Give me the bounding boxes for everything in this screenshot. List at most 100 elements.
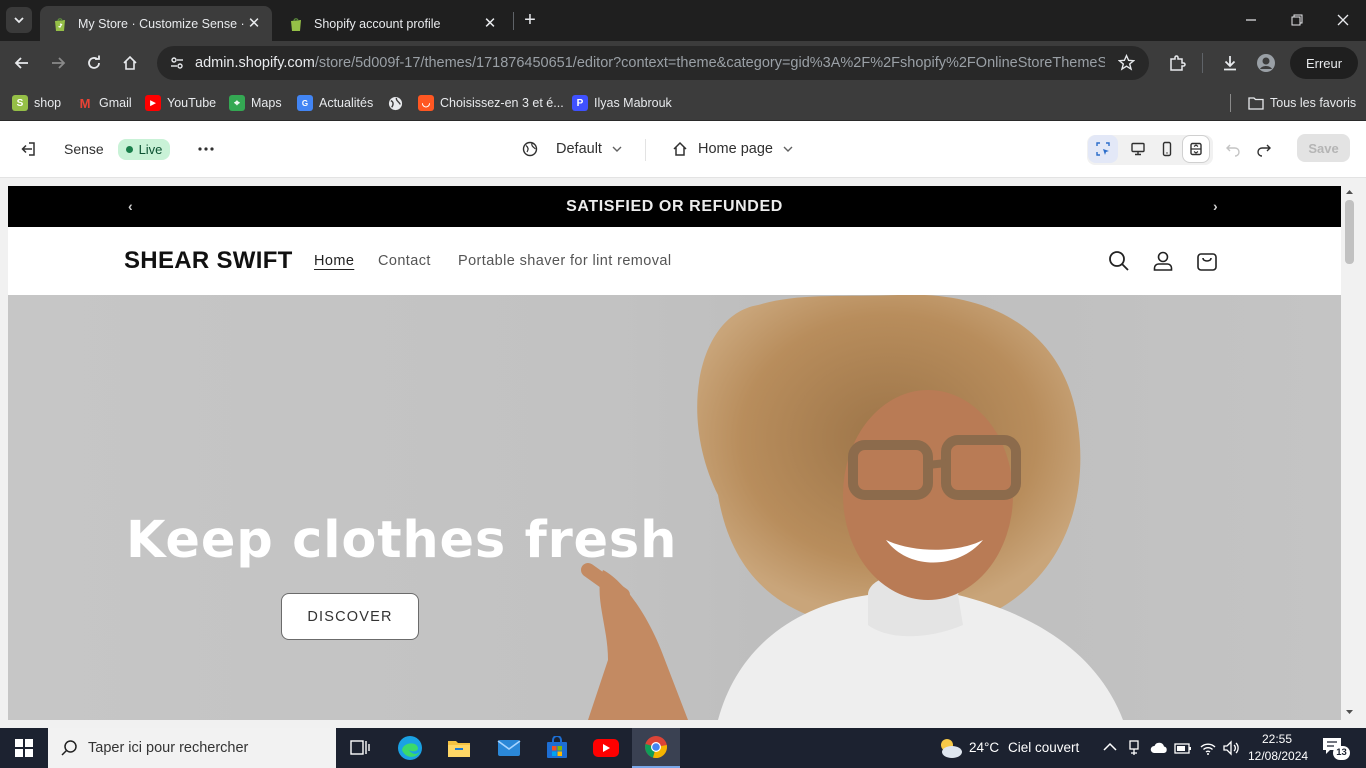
page-select-label: Home page bbox=[698, 141, 773, 157]
bookmark-globe[interactable] bbox=[387, 92, 409, 114]
taskbar-edge[interactable] bbox=[386, 728, 434, 768]
bookmark-maps[interactable]: ⌖ Maps bbox=[229, 92, 282, 114]
gmail-icon: M bbox=[79, 95, 91, 111]
theme-style-select[interactable]: Default bbox=[516, 135, 628, 163]
onedrive-cloud-icon[interactable] bbox=[1150, 741, 1168, 755]
home-button[interactable] bbox=[116, 49, 144, 77]
page-select[interactable]: Home page bbox=[666, 135, 796, 163]
search-icon[interactable] bbox=[1107, 249, 1131, 273]
weather-temp[interactable]: 24°C bbox=[969, 740, 999, 755]
bookmark-label: Actualités bbox=[319, 96, 374, 110]
clock-date[interactable]: 12/08/2024 bbox=[1248, 749, 1308, 763]
new-tab-button[interactable]: + bbox=[520, 10, 540, 30]
shield-icon: ◡ bbox=[418, 95, 434, 111]
hero-woman-image bbox=[581, 295, 1123, 720]
mobile-preview-button[interactable] bbox=[1153, 135, 1181, 163]
store-logo[interactable]: SHEAR SWIFT bbox=[124, 247, 293, 275]
forward-button[interactable] bbox=[44, 49, 72, 77]
shopify-bag-icon bbox=[291, 17, 301, 31]
volume-icon[interactable] bbox=[1222, 740, 1240, 756]
extensions-button[interactable] bbox=[1163, 49, 1191, 77]
ellipsis-icon bbox=[198, 147, 214, 151]
reload-button[interactable] bbox=[80, 49, 108, 77]
scrollbar-thumb[interactable] bbox=[1345, 200, 1354, 264]
discover-button[interactable]: DISCOVER bbox=[281, 593, 419, 640]
profile-avatar[interactable] bbox=[1252, 49, 1280, 77]
usb-device-icon[interactable] bbox=[1127, 740, 1141, 756]
chrome-icon bbox=[645, 736, 667, 759]
scroll-down-icon[interactable] bbox=[1345, 708, 1354, 716]
all-bookmarks-folder[interactable]: Tous les favoris bbox=[1248, 92, 1356, 114]
announcement-prev-arrow[interactable]: ‹ bbox=[128, 198, 133, 214]
undo-button[interactable] bbox=[1220, 135, 1246, 163]
weather-desc[interactable]: Ciel couvert bbox=[1008, 740, 1079, 755]
bookmark-ilyas[interactable]: P Ilyas Mabrouk bbox=[572, 92, 672, 114]
close-tab-icon[interactable]: ✕ bbox=[246, 15, 262, 32]
redo-button[interactable] bbox=[1251, 135, 1277, 163]
preview-scrollbar[interactable] bbox=[1341, 186, 1358, 720]
chevron-up-icon[interactable] bbox=[1103, 742, 1117, 752]
back-button[interactable] bbox=[8, 49, 36, 77]
bookmark-label: Gmail bbox=[99, 96, 132, 110]
nav-contact[interactable]: Contact bbox=[378, 253, 431, 269]
task-view-button[interactable] bbox=[336, 728, 384, 768]
fullscreen-preview-button[interactable] bbox=[1182, 135, 1210, 163]
desktop-preview-button[interactable] bbox=[1124, 135, 1152, 163]
battery-icon[interactable] bbox=[1174, 741, 1192, 755]
announcement-next-arrow[interactable]: › bbox=[1213, 198, 1218, 214]
exit-editor-button[interactable] bbox=[14, 135, 42, 163]
taskbar-store[interactable] bbox=[533, 728, 581, 768]
microsoft-store-icon bbox=[547, 736, 567, 758]
bookmark-shop[interactable]: S shop bbox=[12, 92, 61, 114]
account-icon[interactable] bbox=[1151, 249, 1175, 273]
close-window-button[interactable] bbox=[1320, 0, 1366, 40]
tab-search-button[interactable] bbox=[6, 7, 32, 33]
bookmark-choisissez[interactable]: ◡ Choisissez-en 3 et é... bbox=[418, 92, 564, 114]
more-actions-button[interactable] bbox=[192, 135, 220, 163]
bookmark-youtube[interactable]: ▶ YouTube bbox=[145, 92, 216, 114]
notifications-button[interactable]: 13 bbox=[1322, 737, 1350, 760]
live-status-badge: Live bbox=[118, 139, 170, 160]
address-bar[interactable]: admin.shopify.com/store/5d009f-17/themes… bbox=[157, 46, 1149, 80]
scroll-up-icon[interactable] bbox=[1345, 188, 1354, 196]
toolbar-divider bbox=[1202, 53, 1203, 73]
save-button[interactable]: Save bbox=[1297, 134, 1350, 162]
tab-customize-sense[interactable]: My Store · Customize Sense · Sh ✕ bbox=[40, 6, 272, 41]
start-button[interactable] bbox=[0, 728, 48, 768]
all-bookmarks-label: Tous les favoris bbox=[1270, 96, 1357, 110]
taskbar-file-explorer[interactable] bbox=[435, 728, 483, 768]
bookmark-star-icon[interactable] bbox=[1117, 53, 1136, 76]
bookmark-gmail[interactable]: M Gmail bbox=[77, 92, 132, 114]
taskbar-chrome[interactable] bbox=[632, 728, 680, 768]
downloads-button[interactable] bbox=[1216, 49, 1244, 77]
close-tab-icon[interactable]: ✕ bbox=[482, 15, 498, 32]
clock-time[interactable]: 22:55 bbox=[1262, 732, 1292, 746]
bookmark-label: Ilyas Mabrouk bbox=[594, 96, 672, 110]
site-info-icon[interactable] bbox=[165, 51, 189, 75]
announcement-bar: ‹ SATISFIED OR REFUNDED › bbox=[8, 186, 1341, 227]
taskbar-youtube[interactable] bbox=[582, 728, 630, 768]
taskbar-mail[interactable] bbox=[485, 728, 533, 768]
inspector-button[interactable] bbox=[1088, 135, 1118, 163]
mobile-icon bbox=[1162, 141, 1172, 157]
arrow-left-icon bbox=[14, 57, 28, 69]
search-placeholder: Taper ici pour rechercher bbox=[88, 740, 249, 756]
wifi-icon[interactable] bbox=[1199, 740, 1217, 756]
avatar-icon bbox=[1257, 54, 1275, 72]
tab-title: Shopify account profile bbox=[314, 16, 441, 31]
folder-icon bbox=[1248, 95, 1264, 111]
profile-error-button[interactable]: Erreur bbox=[1290, 47, 1358, 79]
cart-icon[interactable] bbox=[1195, 249, 1219, 273]
p-letter-icon: P bbox=[572, 95, 588, 111]
weather-cloudy-icon[interactable] bbox=[936, 736, 964, 760]
nav-home[interactable]: Home bbox=[314, 253, 354, 269]
reload-icon bbox=[88, 55, 100, 69]
restore-button[interactable] bbox=[1274, 0, 1320, 40]
minimize-button[interactable] bbox=[1228, 0, 1274, 40]
nav-portable-shaver[interactable]: Portable shaver for lint removal bbox=[458, 253, 671, 269]
taskbar-search[interactable]: Taper ici pour rechercher bbox=[48, 728, 336, 768]
bookmark-actualites[interactable]: G Actualités bbox=[297, 92, 373, 114]
windows-logo-icon bbox=[15, 739, 33, 757]
browser-toolbar: admin.shopify.com/store/5d009f-17/themes… bbox=[0, 41, 1366, 85]
tab-shopify-account[interactable]: Shopify account profile ✕ bbox=[276, 6, 508, 41]
